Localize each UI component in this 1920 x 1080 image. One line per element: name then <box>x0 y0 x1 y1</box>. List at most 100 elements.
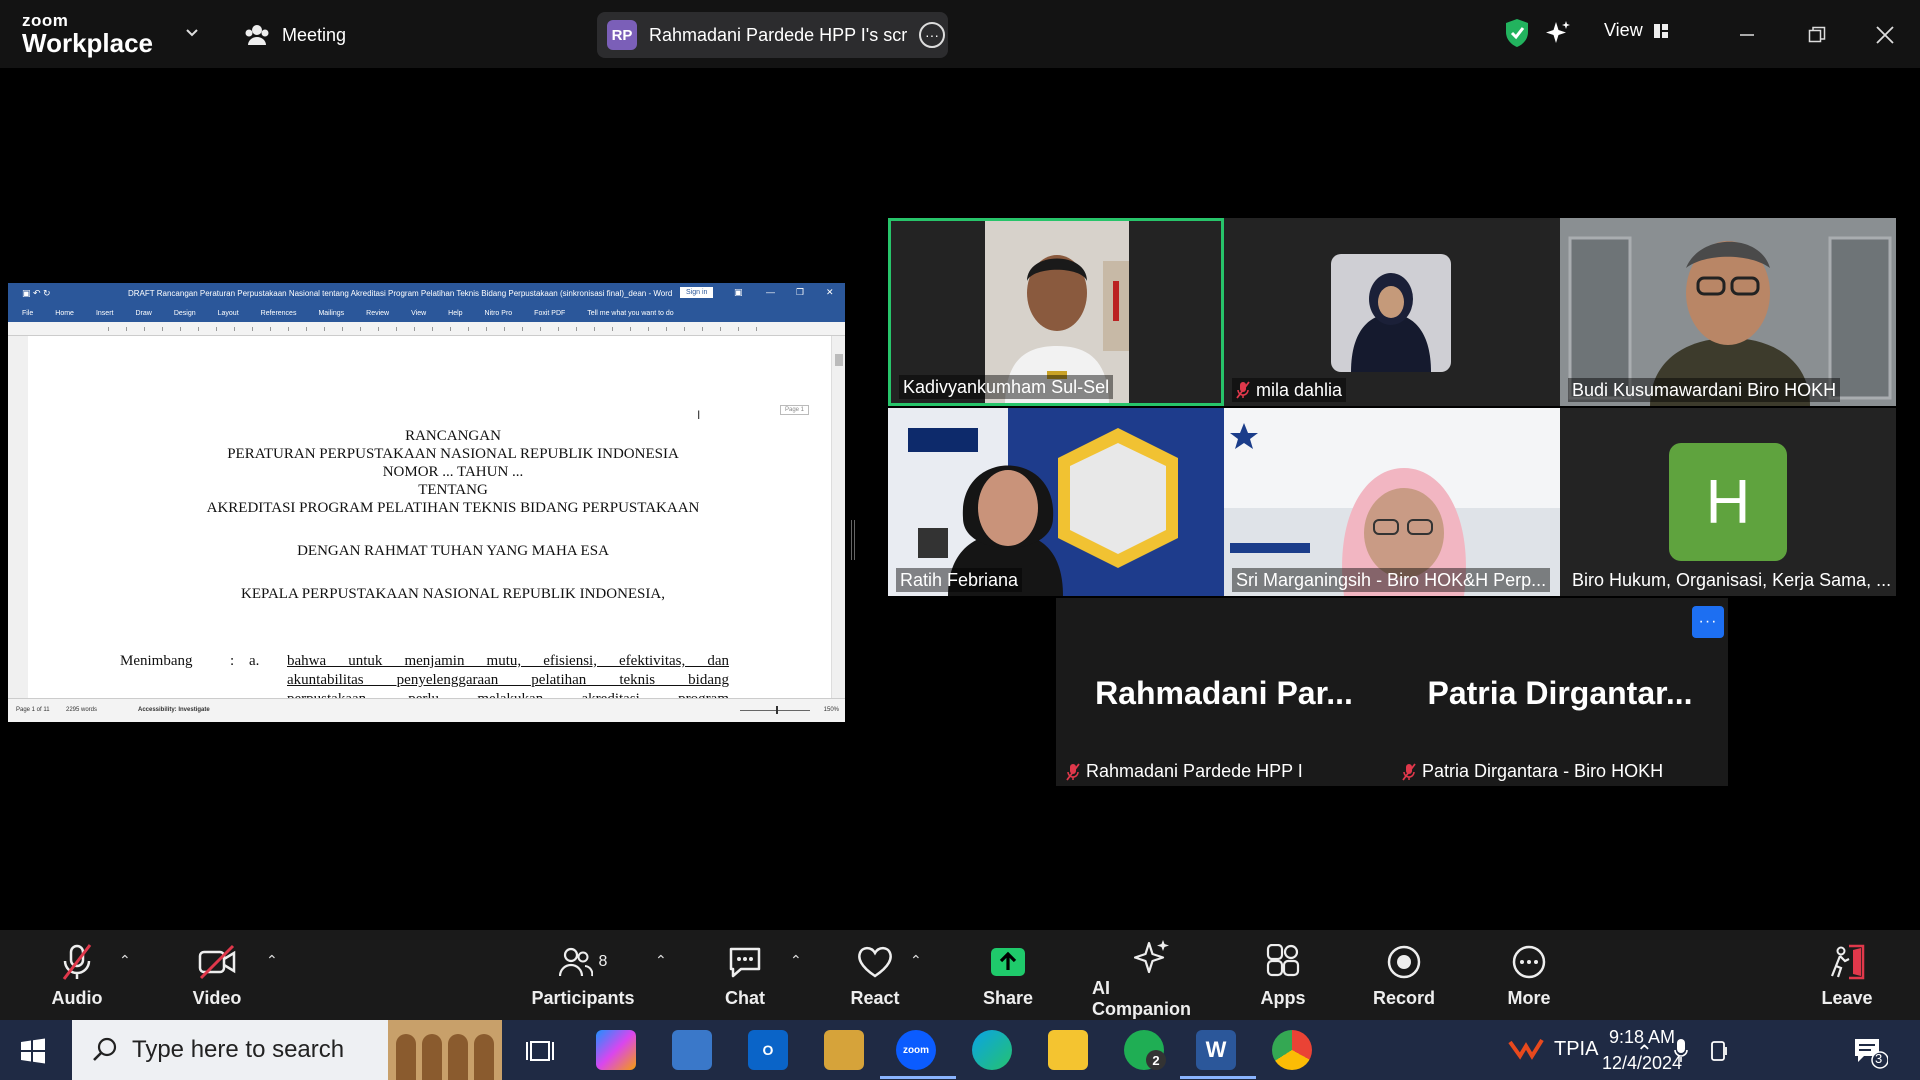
chrome-icon[interactable] <box>1272 1030 1312 1070</box>
share-label: Share <box>982 988 1034 1008</box>
participant-name: mila dahlia <box>1232 378 1347 402</box>
word-icon[interactable]: W <box>1196 1030 1236 1070</box>
windows-start-icon[interactable] <box>20 1038 46 1064</box>
video-tile[interactable]: Sri Marganingsih - Biro HOK&H Perp... <box>1224 408 1560 596</box>
chevron-down-icon[interactable] <box>184 24 200 40</box>
minimize-button[interactable] <box>1730 18 1764 52</box>
participant-name-text: Ratih Febriana <box>900 569 1019 590</box>
apps-icon <box>1266 944 1300 977</box>
search-icon <box>93 1037 117 1061</box>
video-tile[interactable]: Patria Dirgantar... Patria Dirgantara - … <box>1392 598 1728 786</box>
video-tile[interactable]: Rahmadani Par... Rahmadani Pardede HPP I <box>1056 598 1392 786</box>
news-app-icon[interactable] <box>672 1030 712 1070</box>
participant-name-text: Biro Hukum, Organisasi, Kerja Sama, ... <box>1572 569 1892 590</box>
ai-sparkle-icon[interactable] <box>1545 20 1571 46</box>
participants-button[interactable]: 8 Participants <box>528 930 638 1020</box>
word-tab: Design <box>173 310 196 317</box>
muted-mic-icon <box>62 944 92 980</box>
chat-button[interactable]: Chat <box>710 930 780 1020</box>
restore-button[interactable] <box>1800 18 1834 52</box>
share-button[interactable]: Share <box>972 930 1044 1020</box>
ai-companion-button[interactable]: AI Companion <box>1092 930 1212 1020</box>
word-save-icon: ▣ ↶ ↻ <box>22 288 51 298</box>
video-tile[interactable]: Kadivyankumham Sul-Sel <box>888 218 1224 406</box>
participants-label: Participants <box>531 988 635 1008</box>
sketch-app-icon[interactable] <box>824 1030 864 1070</box>
title-bar: zoom Workplace Meeting RP Rahmadani Pard… <box>0 0 1920 68</box>
edge-icon[interactable] <box>972 1030 1012 1070</box>
more-options-icon[interactable]: ··· <box>1692 606 1724 638</box>
audio-button[interactable]: Audio <box>42 930 112 1020</box>
close-button[interactable] <box>1868 18 1902 52</box>
taskbar-search[interactable]: Type here to search <box>72 1020 502 1080</box>
clock-date: 12/4/2024 <box>1601 1053 1683 1073</box>
status-words: 2295 words <box>66 707 98 713</box>
view-button[interactable]: View <box>1604 20 1669 41</box>
react-button[interactable]: React <box>840 930 910 1020</box>
chat-icon <box>729 947 761 978</box>
doc-line: DENGAN RAHMAT TUHAN YANG MAHA ESA <box>297 543 609 559</box>
whatsapp-icon[interactable]: 2 <box>1124 1030 1166 1070</box>
leave-button[interactable]: Leave <box>1814 930 1880 1020</box>
menimbang-label: Menimbang <box>120 653 193 669</box>
clock-time: 9:18 AM <box>1608 1027 1676 1047</box>
more-button[interactable]: More <box>1494 930 1564 1020</box>
outlook-icon[interactable]: O <box>748 1030 788 1070</box>
zoom-slider <box>740 710 810 711</box>
meeting-label: Meeting <box>282 24 347 45</box>
task-view-icon[interactable] <box>526 1038 554 1064</box>
participant-name-text: Budi Kusumawardani Biro HOKH <box>1572 379 1837 400</box>
react-label: React <box>850 988 900 1008</box>
shared-screen[interactable]: ▣ ↶ ↻ DRAFT Rancangan Peraturan Perpusta… <box>8 283 845 722</box>
video-button[interactable]: Video <box>182 930 252 1020</box>
muted-mic-icon <box>1402 762 1416 781</box>
meeting-controls: Audio Video 8 Participants Chat React Sh… <box>0 930 1920 1020</box>
word-tell-me: Tell me what you want to do <box>587 310 674 317</box>
security-shield-icon[interactable] <box>1504 18 1530 48</box>
screen-share-label: Rahmadani Pardede HPP I's scree <box>649 24 907 45</box>
restore-icon <box>1808 26 1826 43</box>
device-icon[interactable] <box>1708 1040 1730 1062</box>
participant-avatar: H <box>1669 443 1787 561</box>
zoom-slider-knob <box>776 706 778 714</box>
zoom-app-icon[interactable]: zoom <box>896 1030 936 1070</box>
doc-line: KEPALA PERPUSTAKAAN NASIONAL REPUBLIK IN… <box>241 586 665 602</box>
word-title-bar: ▣ ↶ ↻ DRAFT Rancangan Peraturan Perpusta… <box>8 283 845 305</box>
video-options-caret[interactable]: ⌃ <box>266 952 278 969</box>
menimbang-colon: : <box>230 653 235 669</box>
participants-options-caret[interactable]: ⌃ <box>655 952 667 969</box>
copilot-icon[interactable] <box>596 1030 636 1070</box>
video-tile[interactable]: Ratih Febriana <box>888 408 1224 596</box>
notifications-icon[interactable] <box>1852 1036 1888 1070</box>
doc-line: AKREDITASI PROGRAM PELATIHAN TEKNIS BIDA… <box>206 500 700 516</box>
word-ruler <box>8 322 845 336</box>
meeting-menu-button[interactable]: Meeting <box>244 20 346 50</box>
search-placeholder: Type here to search <box>132 1036 345 1063</box>
text-cursor-icon: I <box>697 408 701 422</box>
file-explorer-icon[interactable] <box>1048 1030 1088 1070</box>
participant-name: Rahmadani Pardede HPP I <box>1066 761 1303 782</box>
grid-view-icon <box>1653 23 1668 38</box>
more-options-icon[interactable]: ··· <box>919 22 945 48</box>
screen-share-indicator[interactable]: RP Rahmadani Pardede HPP I's scree ··· <box>597 12 948 58</box>
react-options-caret[interactable]: ⌃ <box>910 952 922 969</box>
word-tab: Help <box>448 310 463 317</box>
participant-name-text: mila dahlia <box>1256 379 1343 400</box>
record-button[interactable]: Record <box>1364 930 1444 1020</box>
participant-display-name: Rahmadani Par... <box>1095 675 1353 711</box>
video-tile[interactable]: mila dahlia <box>1224 218 1560 406</box>
doc-line: PERATURAN PERPUSTAKAAN NASIONAL REPUBLIK… <box>227 446 679 462</box>
split-view-handle[interactable] <box>851 520 855 560</box>
audio-options-caret[interactable]: ⌃ <box>119 952 131 969</box>
word-tab: References <box>260 310 297 317</box>
word-minimize-icon: — <box>766 287 775 297</box>
chat-options-caret[interactable]: ⌃ <box>790 952 802 969</box>
word-status-bar: Page 1 of 11 2295 words Accessibility: I… <box>8 698 845 722</box>
word-sign-in: Sign in <box>680 287 714 298</box>
video-tile[interactable]: Budi Kusumawardani Biro HOKH <box>1560 218 1896 406</box>
record-icon <box>1387 945 1421 979</box>
apps-button[interactable]: Apps <box>1250 930 1316 1020</box>
taskbar-clock[interactable]: 9:18 AM 12/4/2024 <box>1582 1024 1702 1076</box>
audio-label: Audio <box>51 988 103 1008</box>
word-tab: File <box>22 310 34 317</box>
